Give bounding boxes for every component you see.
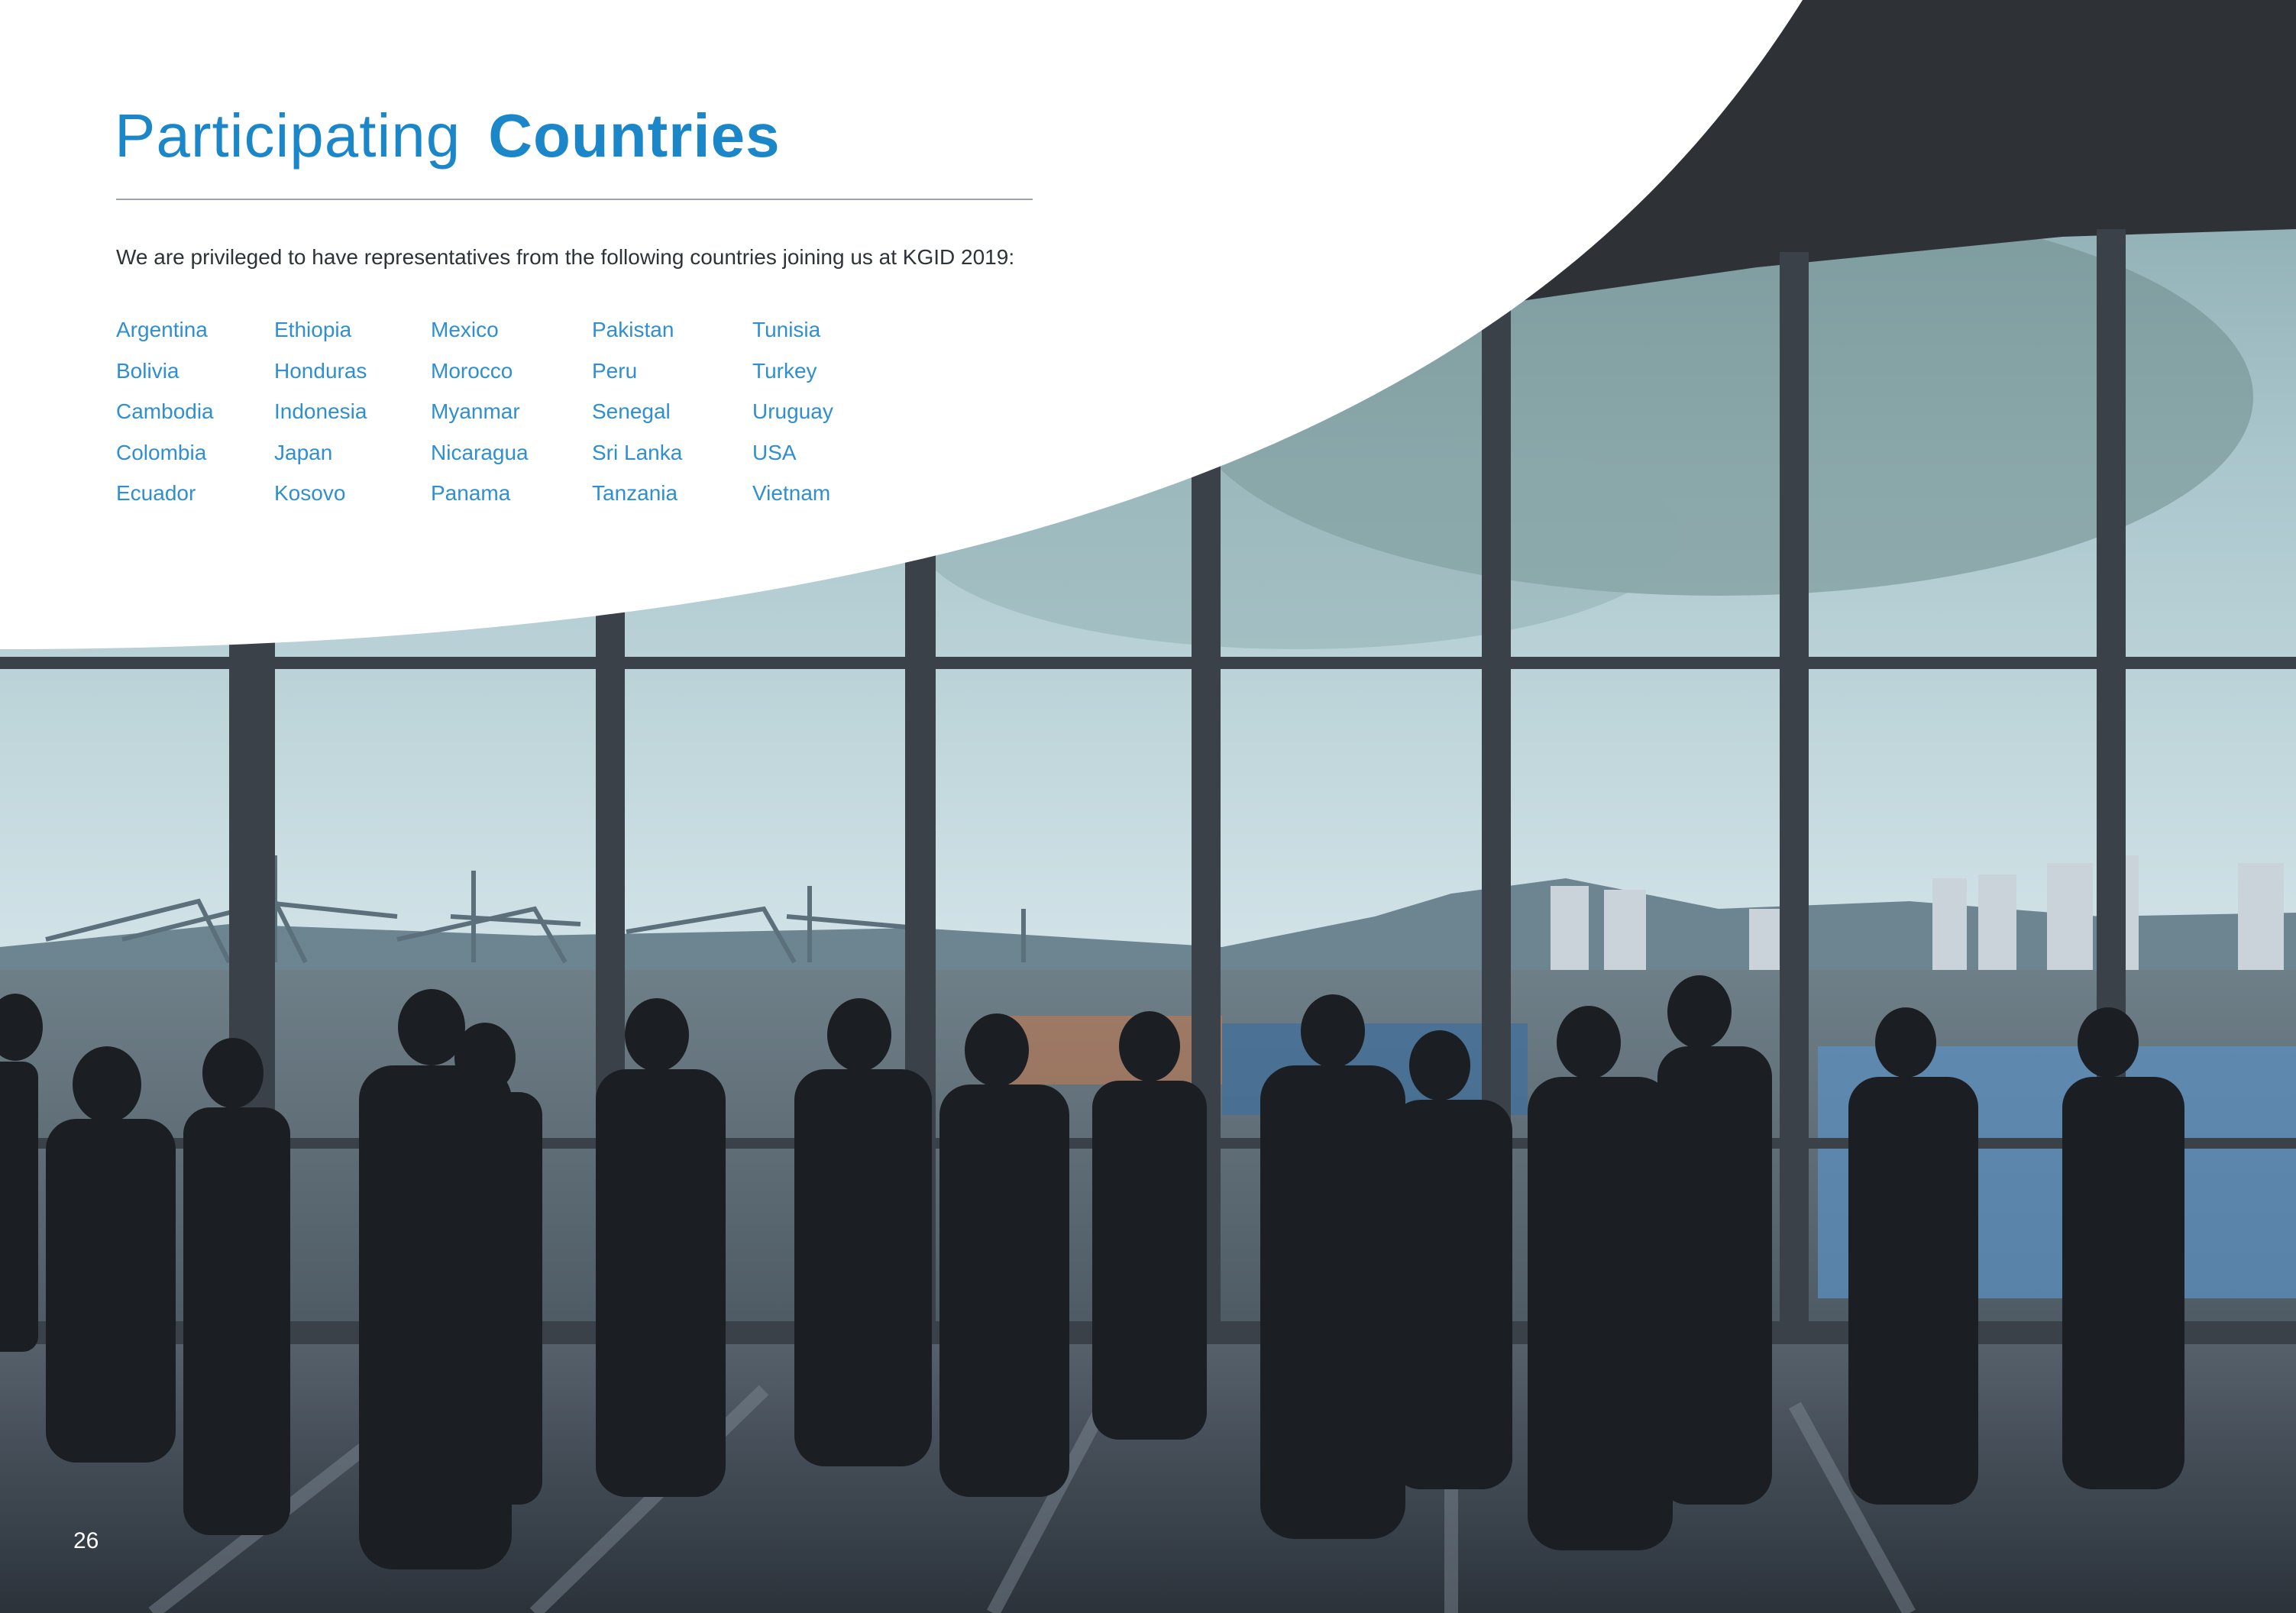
country-item: Bolivia — [116, 358, 179, 383]
country-item: Panama — [431, 481, 511, 505]
country-item: Senegal — [592, 399, 671, 423]
country-item: Morocco — [431, 358, 513, 383]
country-column-2: Ethiopia Honduras Indonesia Japan Kosovo — [274, 309, 367, 514]
country-item: USA — [752, 440, 797, 464]
country-item: Argentina — [116, 318, 208, 341]
page-number: 26 — [73, 1528, 99, 1553]
country-item: Tanzania — [592, 481, 678, 505]
country-item: Colombia — [116, 440, 207, 464]
country-item: Honduras — [274, 358, 367, 383]
country-item: Vietnam — [752, 481, 831, 505]
country-item: Ethiopia — [274, 318, 352, 341]
country-item: Ecuador — [116, 481, 196, 505]
country-item: Cambodia — [116, 399, 214, 423]
title-light: Participating — [115, 102, 461, 170]
country-column-5: Tunisia Turkey Uruguay USA Vietnam — [752, 309, 833, 514]
intro-text: We are privileged to have representative… — [116, 245, 1015, 269]
country-item: Myanmar — [431, 399, 520, 423]
title-bold: Countries — [488, 102, 781, 170]
country-column-4: Pakistan Peru Senegal Sri Lanka Tanzania — [592, 309, 682, 514]
title-divider — [116, 199, 1033, 200]
country-item: Tunisia — [752, 318, 821, 341]
country-item: Sri Lanka — [592, 440, 683, 464]
country-item: Japan — [274, 440, 333, 464]
country-item: Indonesia — [274, 399, 367, 423]
country-item: Nicaragua — [431, 440, 529, 464]
country-item: Pakistan — [592, 318, 674, 341]
page-title: Participating Countries — [115, 90, 781, 182]
country-item: Uruguay — [752, 399, 833, 423]
country-item: Peru — [592, 358, 638, 383]
country-item: Turkey — [752, 358, 817, 383]
country-item: Kosovo — [274, 481, 346, 505]
country-column-1: Argentina Bolivia Cambodia Colombia Ecua… — [116, 309, 214, 514]
country-column-3: Mexico Morocco Myanmar Nicaragua Panama — [431, 309, 529, 514]
country-item: Mexico — [431, 318, 499, 341]
